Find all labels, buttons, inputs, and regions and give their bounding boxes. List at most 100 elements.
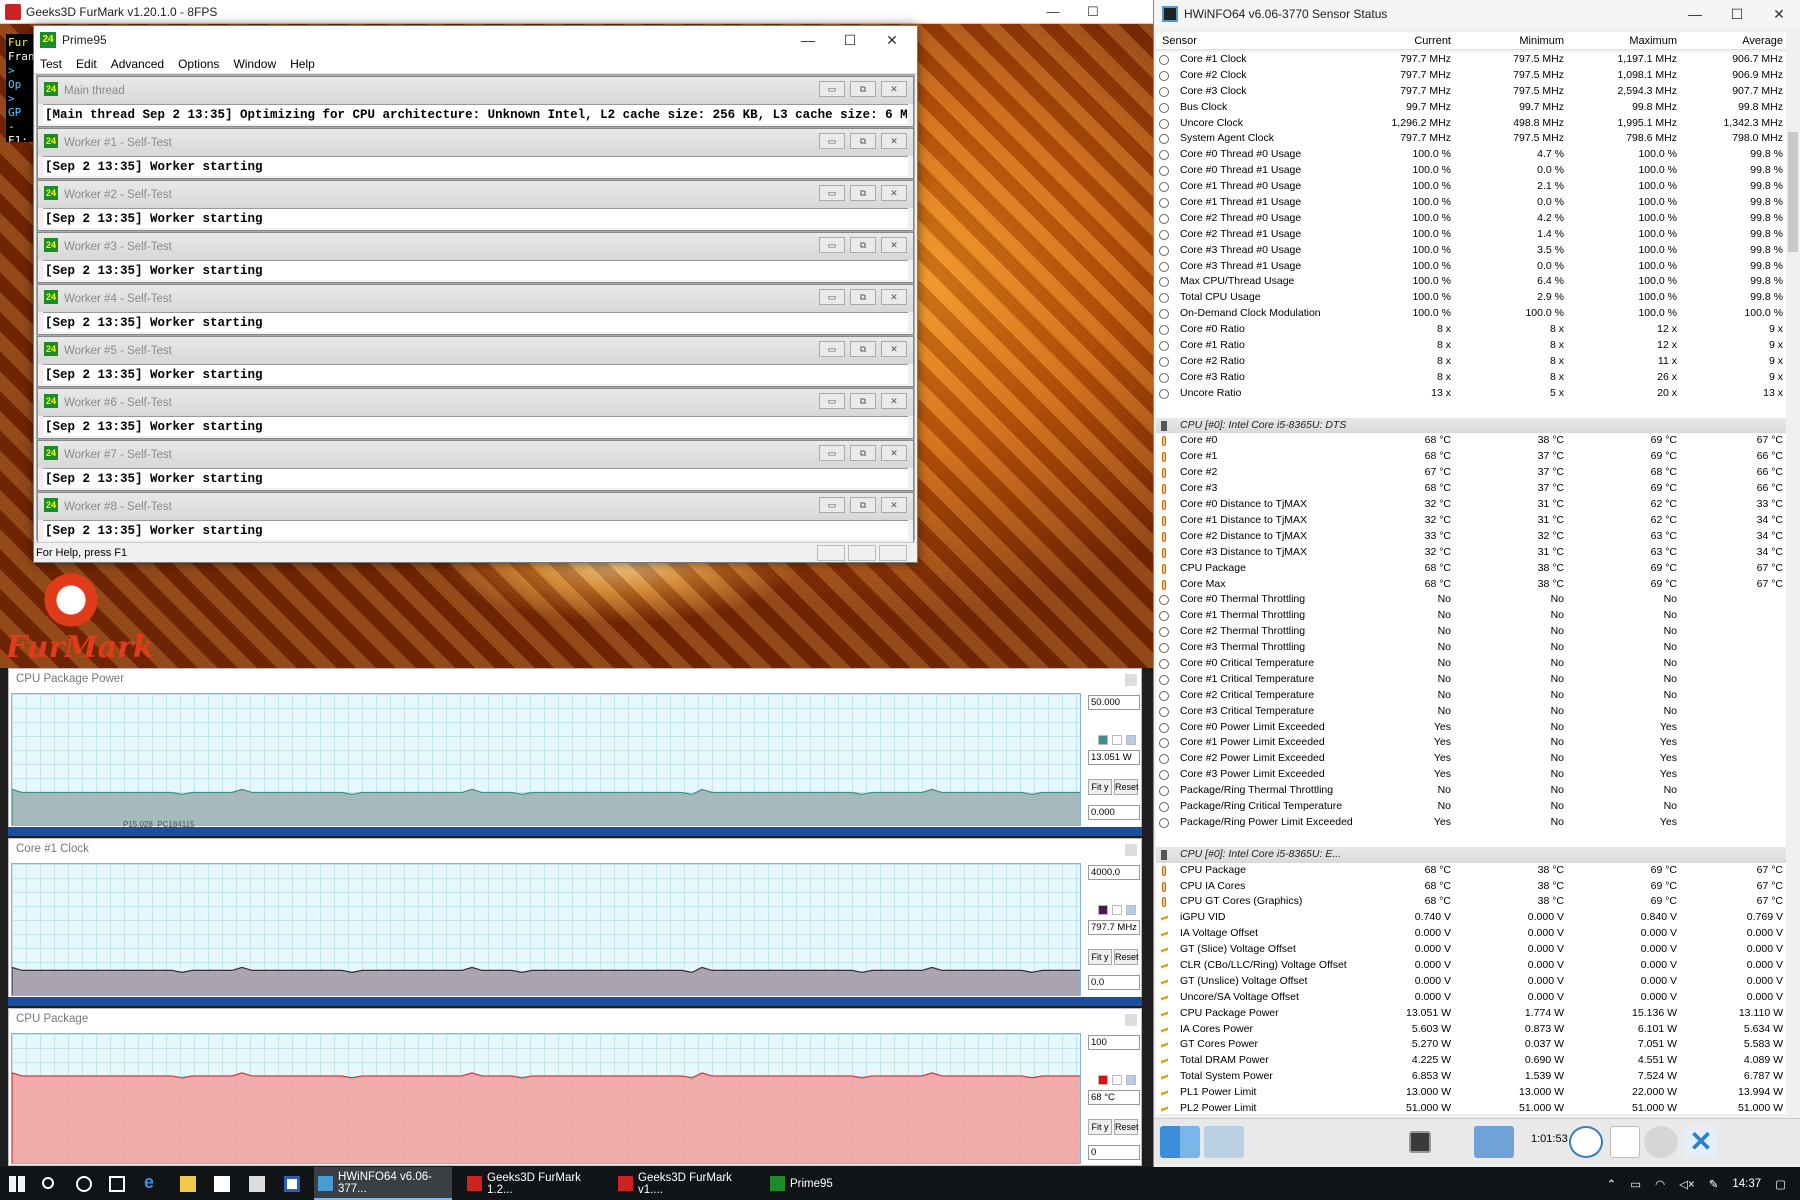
restore-icon[interactable]: ⧉ [850, 393, 876, 409]
minimize-icon[interactable]: ▭ [819, 393, 845, 409]
minimize-icon[interactable]: ▭ [819, 185, 845, 201]
graph-color-swatch[interactable] [1098, 905, 1108, 915]
mdi-window-worker-4[interactable]: 24 Worker #4 - Self-Test ▭ ⧉ ✕ [Sep 2 13:35] … [37, 284, 914, 335]
sensor-row[interactable]: Uncore/SA Voltage Offset 0.000 V 0.000 V 0.… [1156, 990, 1786, 1006]
sensor-row[interactable]: Package/Ring Thermal Throttling No No No [1156, 783, 1786, 799]
cortana-icon[interactable] [76, 1176, 92, 1192]
maximize-icon[interactable]: ☐ [1073, 0, 1113, 24]
graph-max-field[interactable]: 50.000 [1088, 695, 1140, 710]
file-explorer-icon[interactable] [180, 1176, 196, 1192]
sensor-row[interactable]: Core #0 Ratio 8 x 8 x 12 x 9 x [1156, 322, 1786, 338]
sensor-row[interactable]: On-Demand Clock Modulation 100.0 % 100.0 %… [1156, 306, 1786, 322]
sensor-row[interactable]: Core #2 Clock 797.7 MHz 797.5 MHz 1,098.1 M… [1156, 68, 1786, 84]
sensor-row[interactable]: GT (Slice) Voltage Offset 0.000 V 0.000 V 0… [1156, 942, 1786, 958]
graph-max-field[interactable]: 4000.0 [1088, 865, 1140, 880]
restore-icon[interactable]: ⧉ [850, 81, 876, 97]
sensor-row[interactable]: Total CPU Usage 100.0 % 2.9 % 100.0 % 99.8 % [1156, 290, 1786, 306]
search-icon[interactable] [42, 1177, 54, 1189]
close-icon[interactable]: ✕ [881, 289, 907, 305]
reset-button[interactable]: Reset [1114, 949, 1139, 965]
task-view-icon[interactable] [109, 1176, 125, 1192]
maximize-icon[interactable]: ☐ [829, 26, 871, 54]
sensor-row[interactable]: Core #1 Power Limit Exceeded Yes No Yes [1156, 735, 1786, 751]
close-icon[interactable]: ✕ [881, 393, 907, 409]
sensor-row[interactable]: Core #1 Thermal Throttling No No No [1156, 608, 1786, 624]
sensor-row[interactable]: Core #2 Thread #1 Usage 100.0 % 1.4 % 100.0… [1156, 227, 1786, 243]
notification-icon[interactable]: ▢ [1775, 1177, 1786, 1191]
mdi-window-main-thread[interactable]: 24 Main thread ▭ ⧉ ✕ [Main thread Sep 2 13:35… [37, 76, 914, 127]
sensor-row[interactable]: Package/Ring Power Limit Exceeded Yes No Ye… [1156, 815, 1786, 831]
sensor-row[interactable]: GT (Unslice) Voltage Offset 0.000 V 0.000 … [1156, 974, 1786, 990]
nav-arrows-icon[interactable] [1160, 1126, 1200, 1158]
sensor-row[interactable]: Core #3 Distance to TjMAX 32 °C 31 °C 63 °C… [1156, 545, 1786, 561]
start-icon[interactable] [9, 1176, 25, 1192]
graph-swatch-light[interactable] [1126, 1075, 1136, 1085]
sensor-row[interactable]: Core #1 Thread #1 Usage 100.0 % 0.0 % 100.0… [1156, 195, 1786, 211]
sensor-row[interactable]: Total DRAM Power 4.225 W 0.690 W 4.551 W 4.0… [1156, 1053, 1786, 1069]
sensor-row[interactable]: Core #0 Distance to TjMAX 32 °C 31 °C 62 °C… [1156, 497, 1786, 513]
sensor-row[interactable]: Uncore Clock 1,296.2 MHz 498.8 MHz 1,995.1 … [1156, 116, 1786, 132]
minimize-icon[interactable]: ▭ [819, 341, 845, 357]
close-icon[interactable]: ✕ [881, 81, 907, 97]
report-icon[interactable] [1610, 1126, 1640, 1158]
edge-icon[interactable]: e [144, 1172, 160, 1192]
mail-icon[interactable] [249, 1176, 265, 1192]
sensor-row[interactable]: Package/Ring Critical Temperature No No No [1156, 799, 1786, 815]
restore-icon[interactable]: ⧉ [850, 445, 876, 461]
close-icon[interactable] [1125, 674, 1137, 686]
sensor-row[interactable]: PL1 Power Limit 13.000 W 13.000 W 22.000 W 1… [1156, 1085, 1786, 1101]
mdi-window-worker-3[interactable]: 24 Worker #3 - Self-Test ▭ ⧉ ✕ [Sep 2 13:35] … [37, 232, 914, 283]
graph-swatch-light[interactable] [1126, 905, 1136, 915]
sensor-row[interactable]: Core #1 Ratio 8 x 8 x 12 x 9 x [1156, 338, 1786, 354]
close-icon[interactable]: ✕ [871, 26, 913, 54]
clock-icon[interactable] [1569, 1126, 1603, 1158]
mdi-window-worker-6[interactable]: 24 Worker #6 - Self-Test ▭ ⧉ ✕ [Sep 2 13:35] … [37, 388, 914, 439]
restore-icon[interactable]: ⧉ [850, 289, 876, 305]
close-icon[interactable]: ✕ [881, 133, 907, 149]
taskbar-app-prime95[interactable]: Prime95 [766, 1167, 866, 1200]
sensor-row[interactable]: iGPU VID 0.740 V 0.000 V 0.840 V 0.769 V [1156, 910, 1786, 926]
sensor-row[interactable]: Core #3 Ratio 8 x 8 x 26 x 9 x [1156, 370, 1786, 386]
graph-swatch-empty[interactable] [1112, 735, 1122, 745]
wifi-icon[interactable]: ◠ [1655, 1177, 1665, 1191]
sensor-row[interactable]: Bus Clock 99.7 MHz 99.7 MHz 99.8 MHz 99.8 MH… [1156, 100, 1786, 116]
close-icon[interactable]: ✕ [881, 445, 907, 461]
close-icon[interactable] [1125, 844, 1137, 856]
graph-min-field[interactable]: 0.0 [1088, 975, 1140, 990]
restore-icon[interactable]: ⧉ [850, 185, 876, 201]
sensor-row[interactable]: Core #2 Distance to TjMAX 33 °C 32 °C 63 °C… [1156, 529, 1786, 545]
menu-window[interactable]: Window [233, 57, 276, 71]
clock-time[interactable]: 14:37 [1732, 1178, 1761, 1190]
mdi-window-worker-1[interactable]: 24 Worker #1 - Self-Test ▭ ⧉ ✕ [Sep 2 13:35] … [37, 128, 914, 179]
close-icon[interactable]: ✕ [881, 341, 907, 357]
chevron-up-icon[interactable]: ⌃ [1607, 1177, 1617, 1191]
maximize-icon[interactable]: ☐ [1716, 0, 1758, 28]
pinned-app-icon[interactable] [284, 1176, 300, 1192]
hwinfo-titlebar[interactable]: HWiNFO64 v6.06-3770 Sensor Status — ☐ ✕ [1154, 0, 1800, 28]
mdi-window-worker-5[interactable]: 24 Worker #5 - Self-Test ▭ ⧉ ✕ [Sep 2 13:35] … [37, 336, 914, 387]
minimize-icon[interactable]: ▭ [819, 237, 845, 253]
sensor-row[interactable]: Core #0 68 °C 38 °C 69 °C 67 °C [1156, 433, 1786, 449]
furmark-titlebar[interactable]: Geeks3D FurMark v1.20.1.0 - 8FPS — ☐ [0, 0, 1153, 24]
sensor-row[interactable]: Core #1 Distance to TjMAX 32 °C 31 °C 62 °C… [1156, 513, 1786, 529]
graph-swatch-empty[interactable] [1112, 1075, 1122, 1085]
sensor-sync-icon[interactable] [1474, 1126, 1514, 1158]
graph-color-swatch[interactable] [1098, 1075, 1108, 1085]
menu-options[interactable]: Options [178, 57, 219, 71]
reset-button[interactable]: Reset [1114, 779, 1139, 795]
column-header-current[interactable]: Current [1341, 32, 1451, 49]
mdi-window-worker-8[interactable]: 24 Worker #8 - Self-Test ▭ ⧉ ✕ [Sep 2 13:35] … [37, 492, 914, 543]
graph-swatch-light[interactable] [1126, 735, 1136, 745]
sensor-row[interactable]: Core #1 68 °C 37 °C 69 °C 66 °C [1156, 449, 1786, 465]
graph-window-cpu-package-temp[interactable]: CPU Package 100 68 °C Fit y Reset 0 [8, 1008, 1142, 1166]
sensor-row[interactable]: GT Cores Power 5.270 W 0.037 W 7.051 W 5.583… [1156, 1037, 1786, 1053]
sensor-row[interactable]: Max CPU/Thread Usage 100.0 % 6.4 % 100.0 % 9… [1156, 274, 1786, 290]
graph-window-core-1-clock[interactable]: Core #1 Clock 4000.0 797.7 MHz Fit y Rese… [8, 838, 1142, 998]
sensor-row[interactable]: Core #0 Power Limit Exceeded Yes No Yes [1156, 720, 1786, 736]
sensor-row[interactable]: Core #3 Clock 797.7 MHz 797.5 MHz 2,594.3 M… [1156, 84, 1786, 100]
menu-test[interactable]: Test [40, 57, 62, 71]
graph-swatch-empty[interactable] [1112, 905, 1122, 915]
menu-edit[interactable]: Edit [76, 57, 97, 71]
fit-y-button[interactable]: Fit y [1088, 1119, 1112, 1135]
prime95-titlebar[interactable]: 24 Prime95 — ☐ ✕ [34, 26, 917, 54]
